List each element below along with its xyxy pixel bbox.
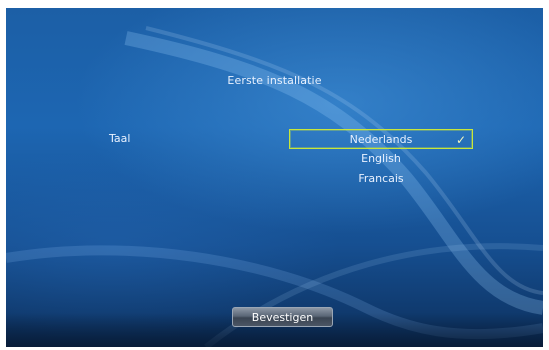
installation-screen: Eerste installatie Taal Nederlands ✓ Eng… bbox=[6, 8, 543, 347]
language-label: Taal bbox=[109, 132, 131, 145]
check-icon: ✓ bbox=[455, 133, 466, 147]
language-option-label: Nederlands bbox=[349, 133, 413, 146]
language-option-francais[interactable]: Francais bbox=[289, 169, 473, 189]
language-option-label: Francais bbox=[358, 172, 404, 185]
language-list[interactable]: Nederlands ✓ English Francais bbox=[289, 129, 473, 189]
screen-title: Eerste installatie bbox=[227, 74, 322, 87]
language-option-label: English bbox=[361, 152, 401, 165]
confirm-button[interactable]: Bevestigen bbox=[232, 307, 333, 327]
language-option-nederlands[interactable]: Nederlands ✓ bbox=[289, 129, 473, 149]
language-option-english[interactable]: English bbox=[289, 149, 473, 169]
